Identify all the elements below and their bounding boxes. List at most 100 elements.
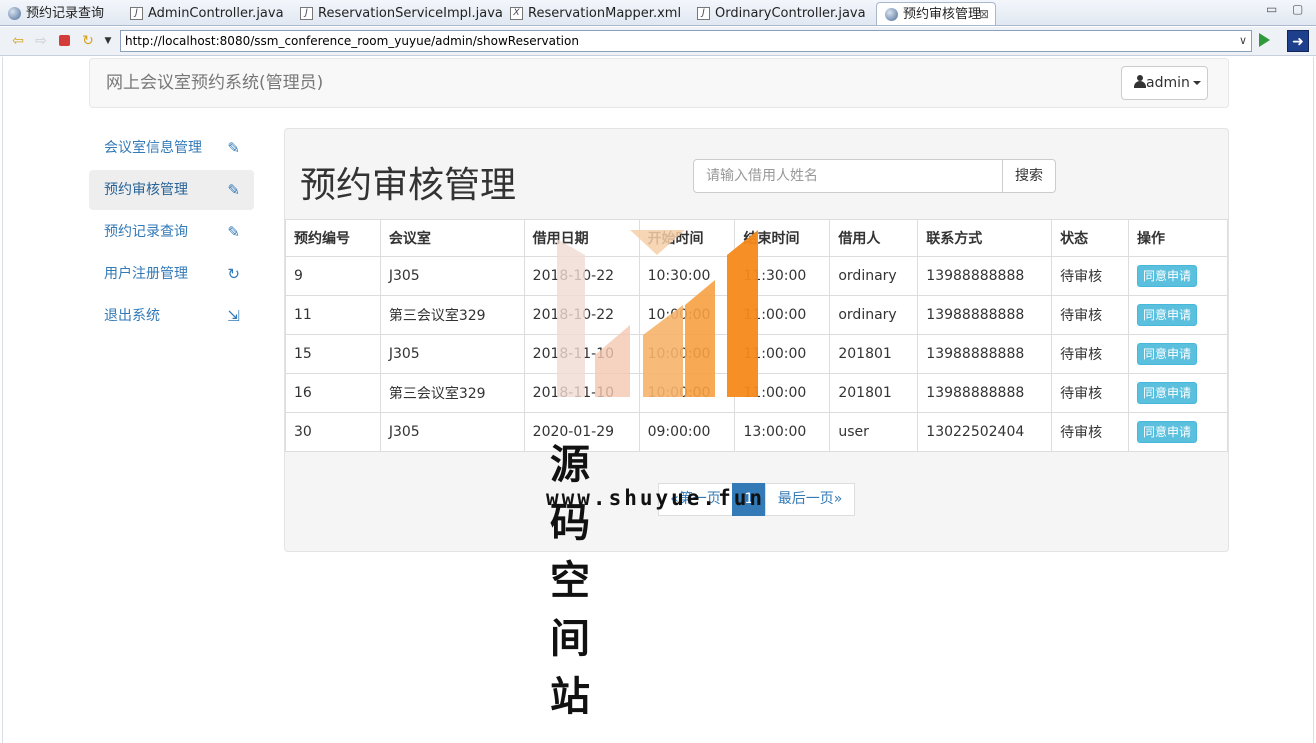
editor-tab-bar: 预约记录查询 J AdminController.java J Reservat… — [0, 0, 1316, 26]
java-file-icon: J — [697, 7, 710, 20]
sidebar-item-label: 用户注册管理 — [104, 266, 188, 282]
cell-status: 待审核 — [1051, 373, 1130, 413]
approve-button[interactable]: 同意申请 — [1137, 421, 1198, 443]
browser-toolbar: ⇦ ⇨ ↻ ▼ http://localhost:8080/ssm_confer… — [0, 27, 1316, 56]
cell-room: 第三会议室329 — [379, 295, 525, 335]
search-button[interactable]: 搜索 — [1002, 159, 1056, 193]
cell-user: ordinary — [829, 256, 919, 296]
globe-icon — [8, 7, 21, 20]
cell-status: 待审核 — [1051, 295, 1130, 335]
tab-label: ReservationMapper.xml — [528, 6, 682, 21]
tab-label: ReservationServiceImpl.java — [318, 6, 503, 21]
sidebar-item-user-registration[interactable]: 用户注册管理 ↻ — [89, 254, 254, 294]
pencil-icon: ✎ — [227, 181, 240, 199]
column-header: 预约编号 — [285, 219, 381, 257]
url-text: http://localhost:8080/ssm_conference_roo… — [125, 34, 579, 48]
table-row: 30 J305 2020-01-29 09:00:00 13:00:00 user 1302… — [285, 412, 1228, 452]
close-icon[interactable]: ⊠ — [979, 3, 989, 26]
column-header: 操作 — [1128, 219, 1228, 257]
pencil-icon: ✎ — [227, 223, 240, 241]
tab-reservation-review[interactable]: 预约审核管理 ⊠ — [876, 2, 996, 25]
site-brand[interactable]: 网上会议室预约系统(管理员) — [106, 59, 323, 107]
user-menu-button[interactable]: admin — [1121, 66, 1208, 100]
refresh-icon[interactable]: ↻ — [80, 33, 96, 49]
maximize-icon[interactable]: ▢ — [1292, 2, 1303, 16]
url-input[interactable]: http://localhost:8080/ssm_conference_roo… — [120, 30, 1252, 52]
xml-file-icon: X — [510, 7, 523, 20]
approve-button[interactable]: 同意申请 — [1137, 265, 1198, 287]
cell-phone: 13988888888 — [917, 295, 1053, 335]
watermark-bar-right — [727, 230, 758, 397]
tab-admin-controller[interactable]: J AdminController.java — [122, 2, 292, 25]
chevron-down-icon[interactable]: ∨ — [1239, 31, 1247, 51]
sidebar-item-label: 预约审核管理 — [104, 182, 188, 198]
action-cell: 同意申请 — [1128, 373, 1228, 413]
cell-room: 第三会议室329 — [379, 373, 525, 413]
minimize-icon[interactable]: ▭ — [1266, 2, 1277, 16]
java-file-icon: J — [300, 7, 313, 20]
sidebar-item-label: 退出系统 — [104, 308, 160, 324]
cell-phone: 13988888888 — [917, 256, 1053, 296]
user-icon — [1134, 75, 1146, 88]
caret-down-icon — [1192, 81, 1201, 85]
watermark-bar-left — [557, 239, 585, 397]
cell-room: J305 — [379, 412, 525, 452]
tab-label: 预约记录查询 — [26, 6, 105, 21]
chevron-down-icon[interactable]: ▼ — [100, 33, 116, 49]
cell-room: J305 — [379, 334, 525, 374]
refresh-icon: ↻ — [227, 265, 240, 283]
approve-button[interactable]: 同意申请 — [1137, 343, 1198, 365]
watermark-logo — [557, 230, 758, 397]
column-header: 借用人 — [829, 219, 919, 257]
approve-button[interactable]: 同意申请 — [1137, 304, 1198, 326]
cell-id: 16 — [285, 373, 381, 413]
back-icon[interactable]: ⇦ — [10, 33, 26, 49]
cell-id: 11 — [285, 295, 381, 335]
tab-reservation-records[interactable]: 预约记录查询 — [0, 2, 120, 25]
watermark-bar-mid — [643, 305, 683, 397]
watermark-url: www.shuyue.fun — [546, 486, 766, 510]
column-header: 会议室 — [379, 219, 525, 257]
cell-user: 201801 — [829, 334, 919, 374]
sidebar-item-reservation-review[interactable]: 预约审核管理 ✎ — [89, 170, 254, 210]
last-page-link[interactable]: 最后一页» — [765, 483, 855, 516]
watermark-triangle — [630, 230, 685, 255]
pencil-icon: ✎ — [227, 139, 240, 157]
action-cell: 同意申请 — [1128, 412, 1228, 452]
logout-icon: ⇲ — [227, 307, 240, 325]
tab-reservation-mapper[interactable]: X ReservationMapper.xml — [502, 2, 687, 25]
tab-label: 预约审核管理 — [903, 7, 982, 22]
top-navbar: 网上会议室预约系统(管理员) admin — [89, 58, 1229, 108]
action-cell: 同意申请 — [1128, 295, 1228, 335]
cell-user: user — [829, 412, 919, 452]
forward-icon[interactable]: ⇨ — [33, 33, 49, 49]
go-icon[interactable] — [1259, 33, 1270, 47]
watermark-bar-left-accent — [595, 325, 630, 397]
cell-end: 13:00:00 — [734, 412, 831, 452]
cell-room: J305 — [379, 256, 525, 296]
sidebar-item-logout[interactable]: 退出系统 ⇲ — [89, 296, 254, 336]
page-title: 预约审核管理 — [300, 165, 517, 206]
cell-user: 201801 — [829, 373, 919, 413]
tab-label: OrdinaryController.java — [715, 6, 866, 21]
cell-id: 9 — [285, 256, 381, 296]
sidebar-item-label: 预约记录查询 — [104, 224, 188, 240]
cell-id: 30 — [285, 412, 381, 452]
tab-ordinary-controller[interactable]: J OrdinaryController.java — [689, 2, 875, 25]
stop-icon[interactable] — [56, 33, 72, 49]
sidebar-item-reservation-records[interactable]: 预约记录查询 ✎ — [89, 212, 254, 252]
search-input[interactable] — [693, 159, 1003, 193]
approve-button[interactable]: 同意申请 — [1137, 382, 1198, 404]
java-file-icon: J — [130, 7, 143, 20]
watermark-bar-right-low — [685, 280, 715, 397]
cell-status: 待审核 — [1051, 412, 1130, 452]
sidebar-item-label: 会议室信息管理 — [104, 140, 202, 156]
column-header: 状态 — [1051, 219, 1130, 257]
action-cell: 同意申请 — [1128, 334, 1228, 374]
cell-status: 待审核 — [1051, 334, 1130, 374]
sidebar-item-room-info[interactable]: 会议室信息管理 ✎ — [89, 128, 254, 168]
tab-reservation-service-impl[interactable]: J ReservationServiceImpl.java — [292, 2, 503, 25]
cell-start: 09:00:00 — [638, 412, 736, 452]
globe-icon — [885, 8, 898, 21]
open-external-icon[interactable]: ➜ — [1287, 30, 1309, 52]
